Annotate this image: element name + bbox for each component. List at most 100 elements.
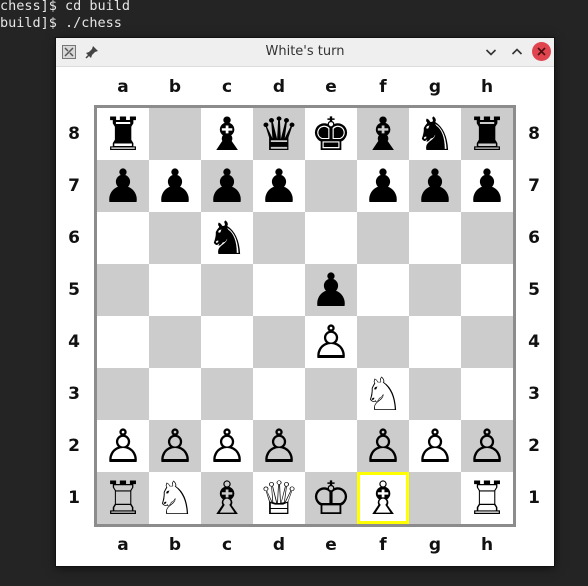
- square-e4[interactable]: ♙: [305, 316, 357, 368]
- square-f4[interactable]: [357, 316, 409, 368]
- chess-piece[interactable]: ♙: [154, 420, 195, 472]
- square-g8[interactable]: ♞: [409, 108, 461, 160]
- square-c4[interactable]: [201, 316, 253, 368]
- square-b1[interactable]: ♘: [149, 472, 201, 524]
- square-e2[interactable]: [305, 420, 357, 472]
- square-e8[interactable]: ♚: [305, 108, 357, 160]
- square-f5[interactable]: [357, 264, 409, 316]
- square-b5[interactable]: [149, 264, 201, 316]
- square-d5[interactable]: [253, 264, 305, 316]
- square-g2[interactable]: ♙: [409, 420, 461, 472]
- square-e1[interactable]: ♔: [305, 472, 357, 524]
- chess-piece[interactable]: ♙: [414, 420, 455, 472]
- square-c3[interactable]: [201, 368, 253, 420]
- square-h3[interactable]: [461, 368, 513, 420]
- square-c8[interactable]: ♝: [201, 108, 253, 160]
- square-b8[interactable]: [149, 108, 201, 160]
- minimize-button[interactable]: [482, 43, 500, 61]
- square-d8[interactable]: ♛: [253, 108, 305, 160]
- square-b4[interactable]: [149, 316, 201, 368]
- square-g1[interactable]: [409, 472, 461, 524]
- chess-piece[interactable]: ♝: [206, 108, 247, 160]
- square-d1[interactable]: ♕: [253, 472, 305, 524]
- chess-piece[interactable]: ♕: [258, 472, 299, 524]
- chess-piece[interactable]: ♟: [206, 160, 247, 212]
- chessboard[interactable]: ♜ ♝ ♛ ♚ ♝ ♞ ♜ ♟ ♟ ♟ ♟ ♟ ♟ ♟ ♞ ♟ ♙ ♘ ♙ ♙ ♙ ♙ ♙ ♙ ♙ ♖ ♘ ♗ ♕ ♔ ♗ ♖: [94, 105, 516, 527]
- square-e6[interactable]: [305, 212, 357, 264]
- square-b2[interactable]: ♙: [149, 420, 201, 472]
- square-g5[interactable]: [409, 264, 461, 316]
- square-a3[interactable]: [97, 368, 149, 420]
- square-f1[interactable]: ♗: [357, 472, 409, 524]
- chess-piece[interactable]: ♘: [362, 368, 403, 420]
- square-h2[interactable]: ♙: [461, 420, 513, 472]
- chess-piece[interactable]: ♜: [466, 108, 507, 160]
- square-d7[interactable]: ♟: [253, 160, 305, 212]
- square-a4[interactable]: [97, 316, 149, 368]
- square-b3[interactable]: [149, 368, 201, 420]
- square-e5[interactable]: ♟: [305, 264, 357, 316]
- square-c5[interactable]: [201, 264, 253, 316]
- chess-piece[interactable]: ♟: [414, 160, 455, 212]
- square-f2[interactable]: ♙: [357, 420, 409, 472]
- square-h8[interactable]: ♜: [461, 108, 513, 160]
- square-d6[interactable]: [253, 212, 305, 264]
- square-b6[interactable]: [149, 212, 201, 264]
- square-c2[interactable]: ♙: [201, 420, 253, 472]
- chess-piece[interactable]: ♙: [102, 420, 143, 472]
- square-d4[interactable]: [253, 316, 305, 368]
- chess-piece[interactable]: ♙: [258, 420, 299, 472]
- square-h4[interactable]: [461, 316, 513, 368]
- square-h5[interactable]: [461, 264, 513, 316]
- chess-piece[interactable]: ♛: [258, 108, 299, 160]
- chess-piece[interactable]: ♙: [362, 420, 403, 472]
- square-d2[interactable]: ♙: [253, 420, 305, 472]
- maximize-button[interactable]: [508, 43, 526, 61]
- square-c1[interactable]: ♗: [201, 472, 253, 524]
- chess-piece[interactable]: ♖: [466, 472, 507, 524]
- square-h1[interactable]: ♖: [461, 472, 513, 524]
- square-a2[interactable]: ♙: [97, 420, 149, 472]
- square-f6[interactable]: [357, 212, 409, 264]
- square-a7[interactable]: ♟: [97, 160, 149, 212]
- square-a1[interactable]: ♖: [97, 472, 149, 524]
- chess-piece[interactable]: ♙: [206, 420, 247, 472]
- square-d3[interactable]: [253, 368, 305, 420]
- chess-piece[interactable]: ♙: [466, 420, 507, 472]
- chess-piece[interactable]: ♚: [310, 108, 351, 160]
- chess-piece[interactable]: ♟: [310, 264, 351, 316]
- app-icon[interactable]: [61, 44, 77, 60]
- square-c7[interactable]: ♟: [201, 160, 253, 212]
- chess-piece[interactable]: ♟: [258, 160, 299, 212]
- square-g4[interactable]: [409, 316, 461, 368]
- chess-piece[interactable]: ♞: [414, 108, 455, 160]
- pin-icon[interactable]: [84, 44, 100, 60]
- square-g3[interactable]: [409, 368, 461, 420]
- chess-piece[interactable]: ♟: [154, 160, 195, 212]
- chess-piece[interactable]: ♖: [102, 472, 143, 524]
- chess-piece[interactable]: ♙: [310, 316, 351, 368]
- square-f3[interactable]: ♘: [357, 368, 409, 420]
- square-c6[interactable]: ♞: [201, 212, 253, 264]
- square-a8[interactable]: ♜: [97, 108, 149, 160]
- titlebar[interactable]: White's turn: [56, 38, 554, 67]
- chess-piece[interactable]: ♗: [206, 472, 247, 524]
- square-f8[interactable]: ♝: [357, 108, 409, 160]
- square-a6[interactable]: [97, 212, 149, 264]
- chess-piece[interactable]: ♟: [466, 160, 507, 212]
- square-h7[interactable]: ♟: [461, 160, 513, 212]
- chess-piece[interactable]: ♗: [362, 472, 403, 524]
- close-button[interactable]: [532, 42, 551, 61]
- chess-piece[interactable]: ♔: [310, 472, 351, 524]
- square-b7[interactable]: ♟: [149, 160, 201, 212]
- chess-piece[interactable]: ♟: [102, 160, 143, 212]
- chess-piece[interactable]: ♟: [362, 160, 403, 212]
- square-g7[interactable]: ♟: [409, 160, 461, 212]
- square-e7[interactable]: [305, 160, 357, 212]
- square-e3[interactable]: [305, 368, 357, 420]
- square-a5[interactable]: [97, 264, 149, 316]
- chess-piece[interactable]: ♝: [362, 108, 403, 160]
- square-g6[interactable]: [409, 212, 461, 264]
- chess-piece[interactable]: ♘: [154, 472, 195, 524]
- square-h6[interactable]: [461, 212, 513, 264]
